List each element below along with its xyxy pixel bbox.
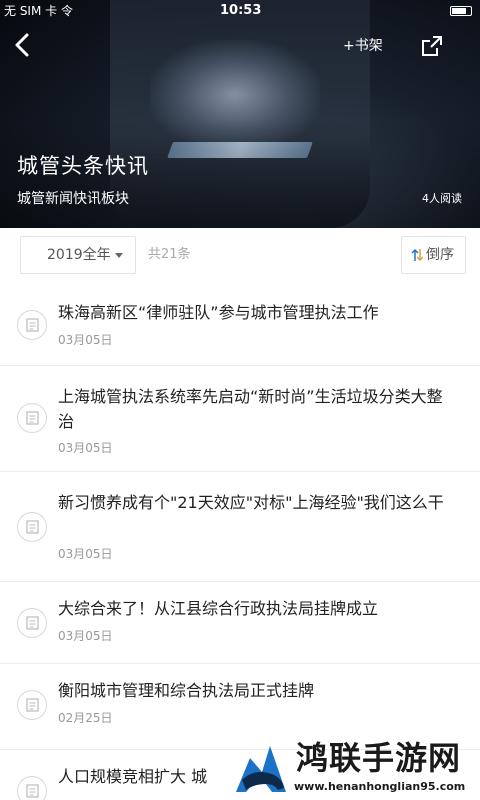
watermark-name: 鸿联手游网 bbox=[296, 739, 462, 777]
page-title: 城管头条快讯 bbox=[17, 154, 149, 178]
year-dropdown[interactable]: 2019全年 bbox=[20, 236, 136, 274]
news-title: 衡阳城市管理和综合执法局正式挂牌 bbox=[58, 681, 315, 700]
news-date: 03月05日 bbox=[58, 333, 113, 347]
share-icon bbox=[422, 36, 442, 56]
watermark-url: www.henanhonglian95.com bbox=[294, 780, 466, 793]
document-icon bbox=[17, 512, 47, 542]
total-count: 共21条 bbox=[148, 247, 191, 262]
chevron-left-icon bbox=[15, 33, 29, 57]
news-date: 03月05日 bbox=[58, 629, 113, 643]
carrier-label: 无 SIM 卡 令 bbox=[4, 4, 73, 18]
news-date: 03月05日 bbox=[58, 547, 113, 561]
page-subtitle: 城管新闻快讯板块 bbox=[17, 191, 129, 207]
news-title: 大综合来了！从江县综合行政执法局挂牌成立 bbox=[58, 599, 379, 618]
clock: 10:53 bbox=[220, 3, 262, 18]
site-watermark: 鸿联手游网 www.henanhonglian95.com bbox=[232, 738, 480, 800]
caret-down-icon bbox=[115, 253, 123, 258]
news-title: 新习惯养成有个"21天效应"对标"上海经验"我们这么干 bbox=[58, 493, 444, 512]
document-icon bbox=[17, 776, 47, 800]
back-button[interactable] bbox=[8, 30, 38, 60]
share-button[interactable] bbox=[420, 34, 446, 58]
news-title: 上海城管执法系统率先启动“新时尚”生活垃圾分类大整治 bbox=[58, 387, 443, 431]
news-item[interactable]: 珠海高新区“律师驻队”参与城市管理执法工作 03月05日 bbox=[0, 284, 480, 366]
sort-arrows-icon bbox=[411, 248, 423, 262]
document-icon bbox=[17, 310, 47, 340]
sort-order-button[interactable]: 倒序 bbox=[401, 236, 466, 274]
status-bar: 无 SIM 卡 令 10:53 bbox=[0, 0, 480, 22]
bull-logo-icon bbox=[236, 746, 286, 792]
document-icon bbox=[17, 403, 47, 433]
read-count: 4人阅读 bbox=[422, 192, 462, 205]
news-title: 珠海高新区“律师驻队”参与城市管理执法工作 bbox=[58, 303, 379, 322]
sort-order-label: 倒序 bbox=[426, 247, 454, 263]
news-list: 珠海高新区“律师驻队”参与城市管理执法工作 03月05日 上海城管执法系统率先启… bbox=[0, 284, 480, 800]
filter-bar: 2019全年 共21条 倒序 bbox=[0, 228, 480, 284]
news-item[interactable]: 新习惯养成有个"21天效应"对标"上海经验"我们这么干 03月05日 bbox=[0, 472, 480, 582]
year-dropdown-value: 2019全年 bbox=[47, 247, 111, 263]
document-icon bbox=[17, 690, 47, 720]
add-to-shelf-button[interactable]: +书架 bbox=[343, 36, 383, 56]
news-item[interactable]: 上海城管执法系统率先启动“新时尚”生活垃圾分类大整治 03月05日 bbox=[0, 366, 480, 472]
news-date: 02月25日 bbox=[58, 711, 113, 725]
battery-icon bbox=[450, 6, 472, 16]
news-item[interactable]: 大综合来了！从江县综合行政执法局挂牌成立 03月05日 bbox=[0, 582, 480, 664]
news-date: 03月05日 bbox=[58, 441, 113, 455]
document-icon bbox=[17, 608, 47, 638]
header-banner: 无 SIM 卡 令 10:53 +书架 城管头条快讯 城管新闻快讯板块 4人阅读 bbox=[0, 0, 480, 228]
